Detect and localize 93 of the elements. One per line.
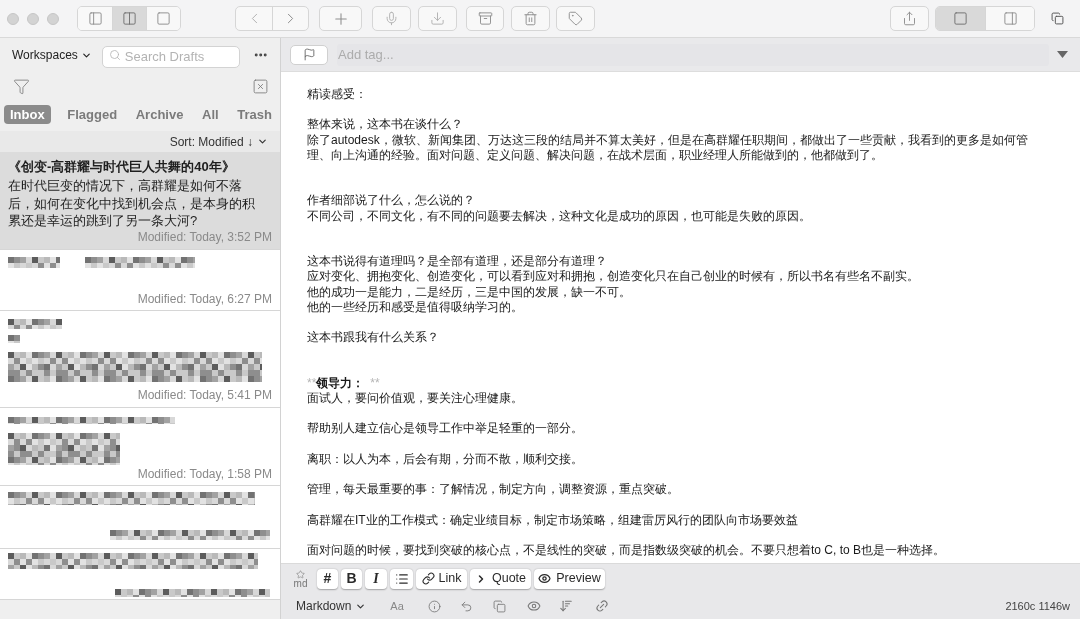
sidebar-tab[interactable]: Trash bbox=[235, 105, 274, 124]
search-field[interactable]: Search Drafts bbox=[101, 45, 240, 68]
overlapping-squares-icon[interactable] bbox=[1051, 12, 1064, 25]
dictation-button[interactable] bbox=[372, 6, 411, 31]
draft-list-item[interactable]: Modified: Today, 1:58 PM bbox=[0, 407, 280, 486]
sidebar-panel-icon bbox=[87, 11, 103, 26]
quote-button[interactable]: Quote bbox=[470, 568, 531, 589]
close-icon[interactable] bbox=[252, 77, 269, 95]
trash-icon bbox=[523, 11, 538, 26]
layout-mode-button[interactable] bbox=[936, 7, 985, 30]
modified-date: Modified: Today, 3:52 PM bbox=[137, 229, 272, 245]
workspaces-button[interactable]: Workspaces bbox=[12, 46, 92, 64]
italic-button[interactable]: I bbox=[365, 568, 387, 589]
flag-icon bbox=[302, 48, 316, 61]
filter-icon[interactable] bbox=[13, 77, 30, 95]
pixelated-text-block bbox=[8, 334, 20, 343]
eye-icon[interactable] bbox=[526, 599, 541, 613]
draft-list-item[interactable]: Modified: Today, 6:27 PM bbox=[0, 249, 280, 311]
dropdown-triangle-icon[interactable] bbox=[1057, 51, 1068, 58]
editor-text-line: 这本书说得有道理吗？是全部有道理，还是部分有道理？ bbox=[307, 254, 607, 270]
draft-title: 《创变-高群耀与时代巨人共舞的40年》 bbox=[8, 158, 236, 176]
microphone-icon bbox=[384, 11, 399, 26]
bold-button[interactable]: B bbox=[341, 568, 362, 589]
editor-text-line: 面对问题的时候，要找到突破的核心点，不是线性的突破，而是指数级突破的机会。不要只想着to C, to B也是一种选择。 bbox=[307, 542, 946, 559]
link-button[interactable]: Link bbox=[416, 568, 467, 589]
window-close-button[interactable] bbox=[7, 12, 19, 25]
eye-icon bbox=[538, 572, 552, 585]
editor-text-line: 不同公司，不同文化，有不同的问题要去解决，这种文化是成功的原因，也可能是失败的原因。 bbox=[307, 208, 811, 224]
sidebar-tab[interactable]: All bbox=[200, 105, 221, 124]
layout-mode-button[interactable] bbox=[985, 7, 1034, 30]
draft-list-item[interactable]: 《创变-高群耀与时代巨人共舞的40年》 在时代巨变的情况下，高群耀是如何不落后，如何在变化中找到机会点，是本身的积累还是幸运的跳到了另一条大河? Modified: Today, 3:52 PM bbox=[0, 152, 280, 250]
draft-list-item[interactable]: Modified: Today, 5:41 PM bbox=[0, 310, 280, 408]
editor-text-line: 离职：以人为本，后会有期，分而不散，顺利交接。 bbox=[307, 451, 583, 467]
draft-excerpt: 在时代巨变的情况下，高群耀是如何不落后，如何在变化中找到机会点，是本身的积累还是幸运的跳到了另一条大河? bbox=[8, 177, 256, 230]
two-column-icon bbox=[122, 11, 137, 26]
trash-button[interactable] bbox=[511, 6, 550, 31]
view-mode-button[interactable] bbox=[112, 7, 146, 30]
view-mode-button[interactable] bbox=[146, 7, 180, 30]
archive-box-icon bbox=[477, 11, 493, 26]
editor-paragraph: 除了autodesk，微软、新闻集团、万达这三段的结局并不算太美好，但是在高群耀任职期间，都做出了一些贡献，我看到的更多是如何管 理、向上沟通的经验。面对问题、定义问题、解决问题，在战术层面，职业经理人所能做到的，他都做到了。 bbox=[307, 132, 1028, 163]
view-mode-button[interactable] bbox=[78, 7, 112, 30]
right-panel-icon bbox=[1002, 11, 1018, 26]
editor-text-line: 作者细部说了什么，怎么说的？ bbox=[307, 193, 475, 209]
info-icon[interactable] bbox=[427, 599, 441, 613]
square-icon bbox=[953, 11, 968, 26]
list-button[interactable] bbox=[390, 568, 413, 589]
tag-field[interactable]: Add tag... bbox=[337, 43, 1049, 66]
editor-text-line: 高群耀在IT业的工作模式：确定业绩目标，制定市场策略，组建雷厉风行的团队向市场要效益 bbox=[307, 512, 798, 528]
modified-date: Modified: Today, 1:58 PM bbox=[137, 466, 272, 482]
editor-text-line: 这本书跟我有什么关系？ bbox=[307, 330, 439, 346]
chevron-down-icon bbox=[257, 136, 268, 147]
share-button[interactable] bbox=[890, 6, 929, 31]
copy-icon[interactable] bbox=[492, 599, 506, 613]
pixelated-text-block bbox=[8, 318, 62, 329]
archive-button[interactable] bbox=[466, 6, 504, 31]
undo-icon[interactable] bbox=[459, 599, 473, 613]
editor-text-line: 他的成功一是能力，二是经历，三是中国的发展，缺一不可。 bbox=[307, 284, 631, 300]
tag-icon bbox=[568, 11, 583, 26]
editor-text-line: 整体来说，这本书在谈什么？ bbox=[307, 117, 463, 133]
editor-text-line: 帮助别人建立信心是领导工作中举足轻重的一部分。 bbox=[307, 421, 583, 437]
link-icon bbox=[421, 572, 435, 585]
share-icon bbox=[902, 11, 917, 26]
editor-text-line: 管理，每天最重要的事：了解情况，制定方向，调整资源，重点突破。 bbox=[307, 482, 679, 498]
syntax-dropdown[interactable]: Markdown bbox=[296, 597, 367, 615]
flag-button[interactable] bbox=[290, 44, 328, 65]
sidebar-tab[interactable]: Archive bbox=[133, 105, 186, 124]
sort-button[interactable]: Sort: Modified ↓ bbox=[169, 132, 268, 151]
modified-date: Modified: Today, 5:41 PM bbox=[137, 387, 272, 403]
star-icon bbox=[296, 569, 305, 579]
window-zoom-button[interactable] bbox=[47, 12, 59, 25]
modified-date: Modified: Today, 6:27 PM bbox=[137, 291, 272, 307]
pixelated-text-block bbox=[8, 256, 60, 268]
download-icon bbox=[430, 11, 445, 26]
download-button[interactable] bbox=[418, 6, 457, 31]
square-icon bbox=[156, 11, 171, 26]
heading-button[interactable]: # bbox=[317, 568, 338, 589]
sidebar-tab[interactable]: Flagged bbox=[65, 105, 120, 124]
draft-list-item[interactable] bbox=[0, 485, 280, 549]
editor-text-line: 应对变化、拥抱变化、创造变化，可以看到应对和拥抱，创造变化只在自己创业的时候有，所以书名有些名不副实。 bbox=[307, 269, 919, 285]
list-icon bbox=[394, 571, 409, 586]
preview-button[interactable]: Preview bbox=[534, 568, 605, 589]
character-word-count: 2160c 1146w bbox=[1005, 598, 1070, 614]
editor-heading-line: **领导力： ** bbox=[307, 375, 380, 391]
new-draft-button[interactable] bbox=[319, 6, 362, 31]
search-icon bbox=[108, 49, 121, 61]
editor-text-line: 面试人，要问价值观，要关注心理健康。 bbox=[307, 390, 523, 407]
tag-button[interactable] bbox=[556, 6, 595, 31]
draft-list-item[interactable] bbox=[0, 548, 280, 600]
markdown-badge[interactable]: md bbox=[293, 569, 308, 588]
window-minimize-button[interactable] bbox=[27, 12, 39, 25]
sort-icon[interactable] bbox=[558, 599, 573, 613]
editor-text-line: 精读感受： bbox=[307, 87, 367, 103]
editor-text-line: 他的一些经历和感受是值得吸纳学习的。 bbox=[307, 299, 523, 315]
